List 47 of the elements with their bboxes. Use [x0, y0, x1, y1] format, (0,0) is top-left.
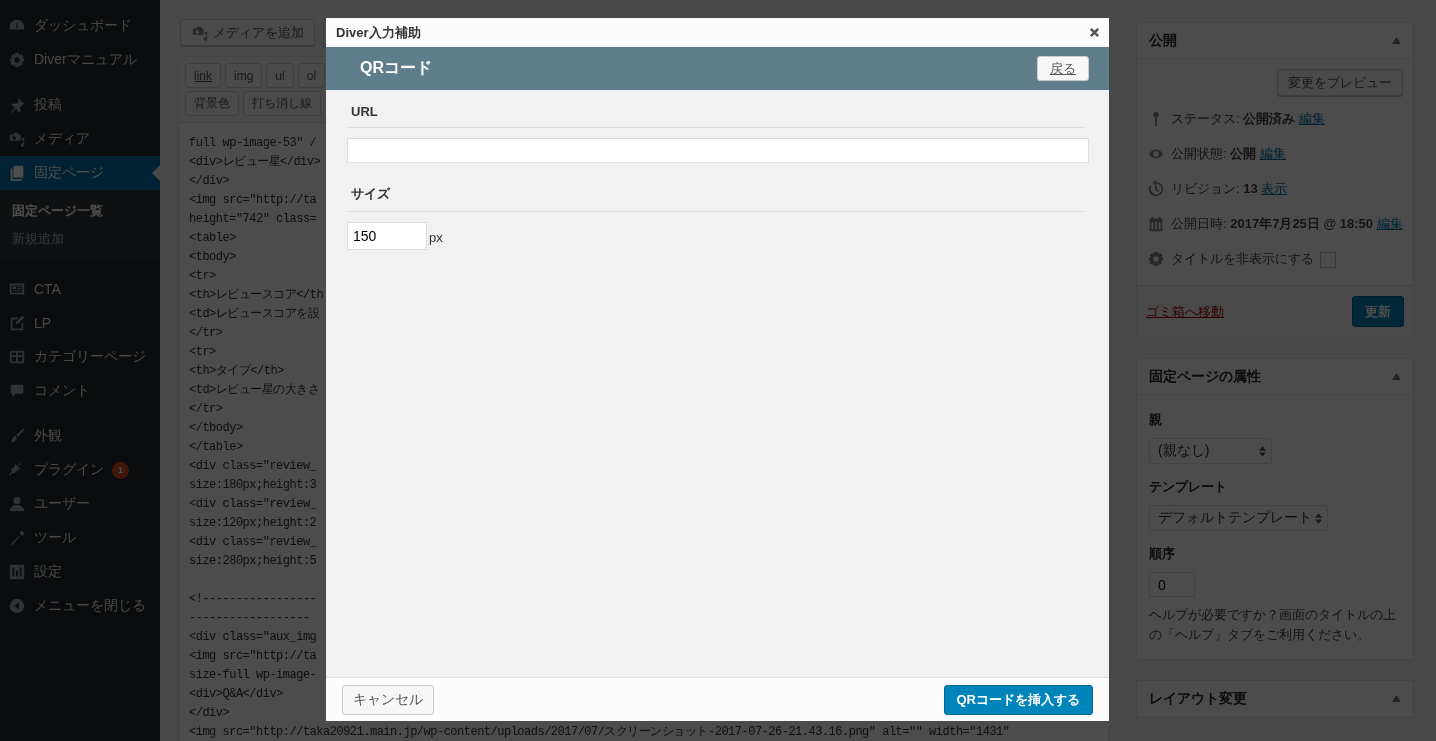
cancel-button[interactable]: キャンセル	[342, 684, 434, 715]
code-line: <tr>	[189, 268, 216, 285]
code-line: <img src="http://ta	[189, 192, 317, 209]
insert-qr-code-button[interactable]: QRコードを挿入する	[943, 684, 1093, 715]
panel-title: レイアウト変更	[1149, 689, 1247, 708]
close-icon[interactable]	[1089, 27, 1100, 38]
code-line: size:120px;height:2	[189, 515, 317, 532]
field-label: 順序	[1149, 545, 1176, 563]
code-line: <table>	[189, 230, 236, 247]
unit-label: px	[429, 230, 443, 247]
panel-title: 公開	[1149, 31, 1177, 50]
code-line: <img src="http://ta	[189, 648, 317, 665]
code-line: <div class="aux_img	[189, 629, 317, 646]
edit-link[interactable]: 編集	[1259, 146, 1286, 161]
code-line: <tbody>	[189, 249, 236, 266]
code-line: </div>	[189, 705, 230, 722]
code-line: <tr>	[189, 344, 216, 361]
field-label: サイズ	[347, 183, 1085, 212]
code-line: full wp-image-53" /	[189, 135, 317, 152]
panel-title: 固定ページの属性	[1149, 367, 1261, 386]
field-label: URL	[347, 102, 1085, 128]
code-line: ------------------	[189, 610, 310, 627]
dialog-title: Diver入力補助	[336, 23, 421, 42]
code-line: </tbody>	[189, 420, 243, 437]
code-line: </tr>	[189, 325, 223, 342]
code-line: <!-----------------	[189, 591, 317, 608]
code-line: size:280px;height:5	[189, 553, 317, 570]
edit-link[interactable]: 表示	[1261, 181, 1288, 196]
url-input[interactable]	[347, 138, 1089, 163]
field-label: 親	[1149, 411, 1163, 429]
size-input[interactable]: 150	[347, 222, 427, 250]
code-line: size-full wp-image-	[189, 667, 317, 684]
code-line: </tr>	[189, 401, 223, 418]
field-label: テンプレート	[1149, 478, 1228, 496]
edit-link[interactable]: 編集	[1298, 111, 1325, 126]
move-to-trash-link[interactable]: ゴミ箱へ移動	[1146, 302, 1224, 321]
code-line: height="742" class=	[189, 211, 317, 228]
code-line: <div class="review_	[189, 458, 317, 475]
code-line: size:180px;height:3	[189, 477, 317, 494]
edit-link[interactable]: 編集	[1376, 216, 1403, 231]
code-line: <div>Q&A</div>	[189, 686, 283, 703]
code-line: <div class="review_	[189, 534, 317, 551]
code-line: </table>	[189, 439, 243, 456]
back-button[interactable]: 戻る	[1037, 56, 1089, 81]
dialog-heading: QRコード	[360, 58, 432, 78]
code-line: </div>	[189, 173, 230, 190]
code-line: <div class="review_	[189, 496, 317, 513]
